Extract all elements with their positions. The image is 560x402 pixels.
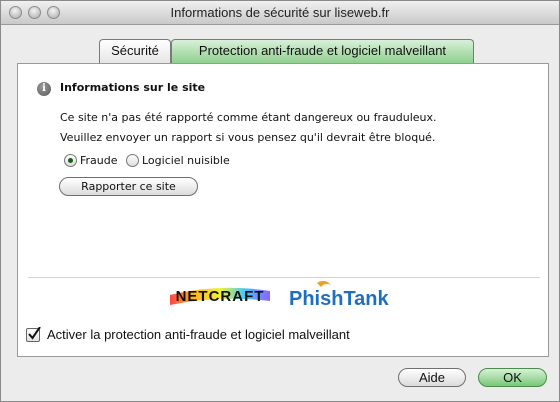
- ok-button[interactable]: OK: [478, 368, 547, 387]
- radio-fraud-label[interactable]: Fraude: [80, 154, 118, 167]
- info-title: Informations sur le site: [60, 81, 206, 94]
- dialog-window: Informations de sécurité sur liseweb.fr …: [0, 0, 560, 402]
- title-bar: Informations de sécurité sur liseweb.fr: [1, 1, 559, 25]
- enable-protection-label[interactable]: Activer la protection anti-fraude et log…: [47, 327, 350, 342]
- tab-protection[interactable]: Protection anti-fraude et logiciel malve…: [171, 39, 474, 63]
- tab-panel: i Informations sur le site Ce site n'a p…: [17, 63, 549, 357]
- svg-text:PhishTank: PhishTank: [289, 288, 390, 310]
- report-site-button[interactable]: Rapporter ce site: [59, 177, 198, 196]
- info-icon: i: [37, 82, 51, 96]
- radio-malware-label[interactable]: Logiciel nuisible: [142, 154, 230, 167]
- window-title: Informations de sécurité sur liseweb.fr: [170, 5, 390, 20]
- status-text: Ce site n'a pas été rapporté comme étant…: [60, 111, 437, 124]
- instruction-text: Veuillez envoyer un rapport si vous pens…: [60, 131, 436, 144]
- help-button[interactable]: Aide: [398, 368, 466, 387]
- svg-text:NETCRAFT: NETCRAFT: [176, 288, 265, 305]
- checkmark-icon: [28, 327, 41, 340]
- phishtank-logo: PhishTank: [289, 280, 390, 310]
- tab-security[interactable]: Sécurité: [99, 39, 171, 63]
- divider: [28, 277, 540, 278]
- enable-protection-checkbox[interactable]: [26, 327, 41, 342]
- radio-fraud[interactable]: [64, 154, 77, 167]
- netcraft-logo: NETCRAFT: [170, 287, 270, 305]
- radio-malware[interactable]: [126, 154, 139, 167]
